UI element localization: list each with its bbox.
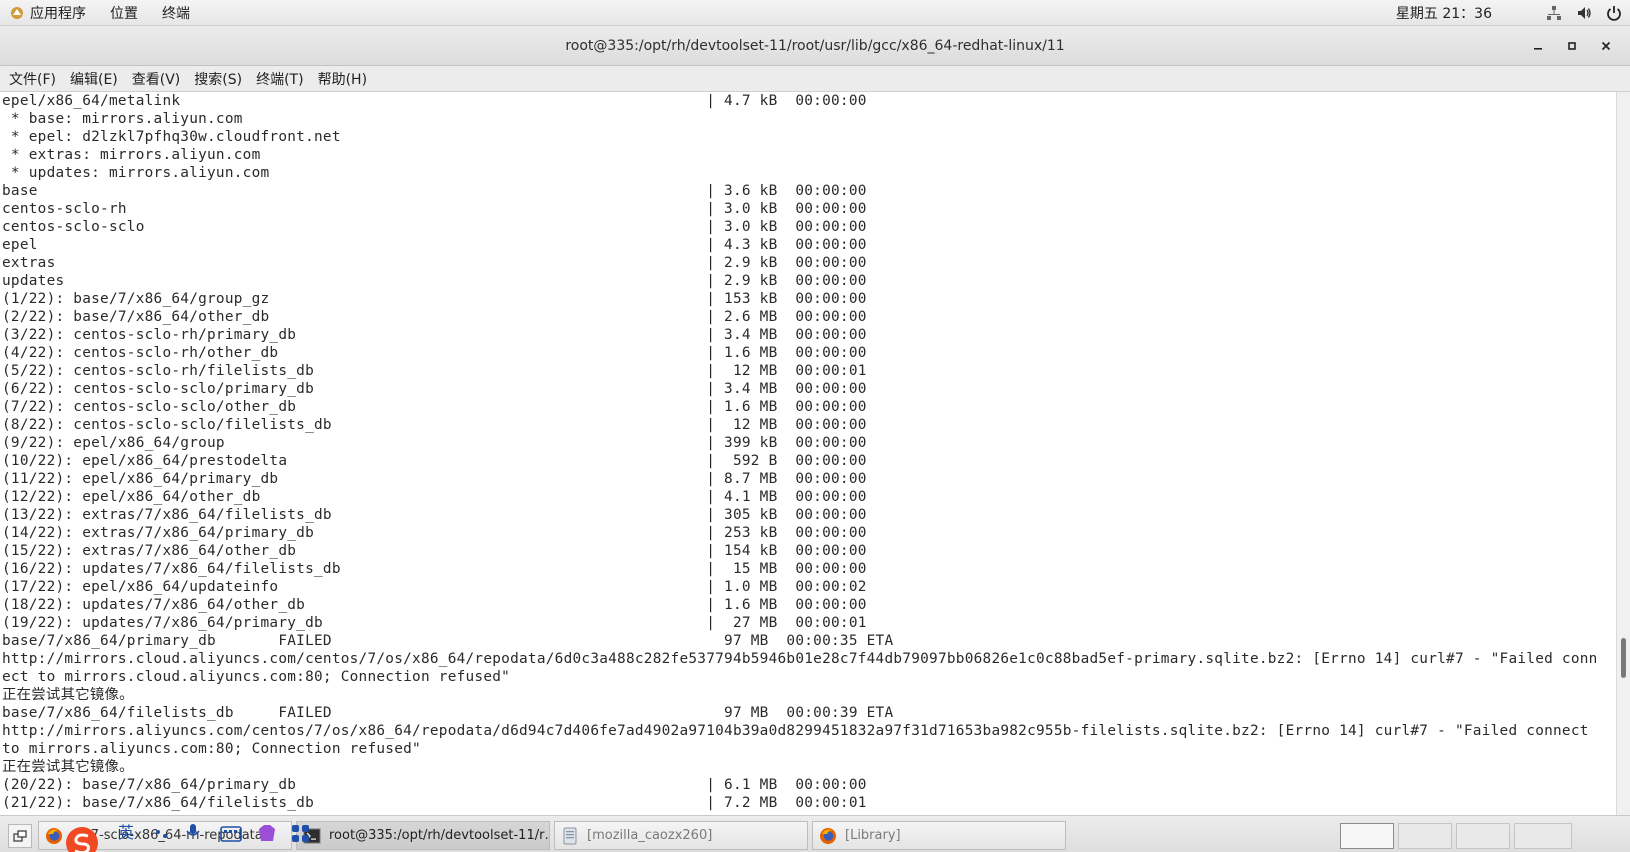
terminal-line: (12/22): epel/x86_64/other_db | 4.1 MB 0…	[2, 489, 867, 505]
workspace-3[interactable]	[1456, 823, 1510, 849]
menu-view[interactable]: 查看(V)	[125, 66, 188, 91]
terminal-line: (18/22): updates/7/x86_64/other_db | 1.6…	[2, 597, 867, 613]
terminal-line: centos-sclo-sclo | 3.0 kB 00:00:00	[2, 219, 867, 235]
status-area: 星期五 21：36	[1396, 0, 1630, 26]
terminal-line: (2/22): base/7/x86_64/other_db | 2.6 MB …	[2, 309, 867, 325]
terminal-line: base/7/x86_64/primary_db FAILED 97 MB 00…	[2, 633, 894, 649]
terminal-line: (13/22): extras/7/x86_64/filelists_db | …	[2, 507, 867, 523]
workspace-2[interactable]	[1398, 823, 1452, 849]
ime-voice-icon[interactable]	[184, 823, 202, 841]
scrollbar-thumb[interactable]	[1621, 638, 1626, 678]
menu-applications[interactable]: 应用程序	[30, 3, 98, 23]
terminal-line: base/7/x86_64/filelists_db FAILED 97 MB …	[2, 705, 894, 721]
terminal-line: (15/22): extras/7/x86_64/other_db | 154 …	[2, 543, 867, 559]
menu-edit[interactable]: 编辑(E)	[63, 66, 125, 91]
terminal-line: centos-sclo-rh | 3.0 kB 00:00:00	[2, 201, 867, 217]
menu-help[interactable]: 帮助(H)	[311, 66, 374, 91]
terminal-line: (14/22): extras/7/x86_64/primary_db | 25…	[2, 525, 867, 541]
terminal-line: * extras: mirrors.aliyun.com	[2, 147, 261, 163]
ime-keyboard-icon[interactable]	[220, 825, 242, 843]
file-manager-icon	[563, 827, 577, 844]
ime-punct-icon[interactable]	[152, 826, 170, 844]
network-icon[interactable]	[1546, 5, 1562, 21]
terminal-line: 正在尝试其它镜像。	[2, 687, 134, 703]
terminal-line: extras | 2.9 kB 00:00:00	[2, 255, 867, 271]
terminal-line: (11/22): epel/x86_64/primary_db | 8.7 MB…	[2, 471, 867, 487]
menu-terminal[interactable]: 终端	[150, 3, 202, 23]
show-desktop-button[interactable]	[8, 824, 32, 848]
task-library[interactable]: [Library]	[812, 821, 1066, 850]
firefox-icon	[820, 827, 836, 844]
ime-chinese-icon[interactable]: 英	[118, 823, 134, 843]
terminal-line: to mirrors.aliyuncs.com:80; Connection r…	[2, 741, 421, 757]
minimize-button[interactable]	[1522, 34, 1554, 58]
window-title: root@335:/opt/rh/devtoolset-11/root/usr/…	[565, 37, 1065, 54]
terminal-line: (3/22): centos-sclo-rh/primary_db | 3.4 …	[2, 327, 867, 343]
terminal-line: (20/22): base/7/x86_64/primary_db | 6.1 …	[2, 777, 867, 793]
window-controls	[1520, 26, 1622, 66]
terminal-line: epel | 4.3 kB 00:00:00	[2, 237, 867, 253]
ime-tools-icon[interactable]	[290, 823, 312, 843]
terminal-line: (10/22): epel/x86_64/prestodelta | 592 B…	[2, 453, 867, 469]
menu-terminal-menu[interactable]: 终端(T)	[249, 66, 310, 91]
task-terminal[interactable]: root@335:/opt/rh/devtoolset-11/r…	[296, 821, 550, 850]
window-titlebar[interactable]: root@335:/opt/rh/devtoolset-11/root/usr/…	[0, 26, 1630, 66]
ime-skin-icon[interactable]	[256, 823, 278, 843]
terminal-line: * updates: mirrors.aliyun.com	[2, 165, 270, 181]
top-panel: 应用程序 位置 终端 星期五 21：36	[0, 0, 1630, 26]
show-desktop-icon	[13, 830, 27, 842]
clock[interactable]: 星期五 21：36	[1396, 3, 1492, 23]
terminal-line: ect to mirrors.cloud.aliyuncs.com:80; Co…	[2, 669, 511, 685]
maximize-icon	[1568, 42, 1576, 50]
volume-icon[interactable]	[1576, 5, 1592, 21]
terminal-line: (16/22): updates/7/x86_64/filelists_db |…	[2, 561, 867, 577]
terminal-line: (8/22): centos-sclo-sclo/filelists_db | …	[2, 417, 867, 433]
terminal-output[interactable]: epel/x86_64/metalink | 4.7 kB 00:00:00 *…	[0, 92, 1616, 815]
close-button[interactable]	[1590, 34, 1622, 58]
applications-menu[interactable]: 应用程序 位置 终端	[0, 0, 212, 25]
terminal-line: updates | 2.9 kB 00:00:00	[2, 273, 867, 289]
task-label: [mozilla_caozx260]	[587, 828, 713, 843]
task-label: [Library]	[845, 828, 901, 843]
terminal-line: (9/22): epel/x86_64/group | 399 kB 00:00…	[2, 435, 867, 451]
terminal-line: epel/x86_64/metalink | 4.7 kB 00:00:00	[2, 93, 867, 109]
workspace-1[interactable]	[1340, 823, 1394, 849]
workspace-4[interactable]	[1514, 823, 1572, 849]
minimize-icon	[1534, 48, 1542, 50]
terminal-scrollbar[interactable]	[1616, 92, 1630, 815]
terminal-line: (5/22): centos-sclo-rh/filelists_db | 12…	[2, 363, 867, 379]
terminal-line: http://mirrors.aliyuncs.com/centos/7/os/…	[2, 723, 1589, 739]
menu-places[interactable]: 位置	[98, 3, 150, 23]
terminal-line: (6/22): centos-sclo-sclo/primary_db | 3.…	[2, 381, 867, 397]
terminal-line: (7/22): centos-sclo-sclo/other_db | 1.6 …	[2, 399, 867, 415]
terminal-menubar: 文件(F) 编辑(E) 查看(V) 搜索(S) 终端(T) 帮助(H)	[0, 66, 1630, 92]
terminal-line: (21/22): base/7/x86_64/filelists_db | 7.…	[2, 795, 867, 811]
terminal-line: http://mirrors.cloud.aliyuncs.com/centos…	[2, 651, 1598, 667]
terminal-line: base | 3.6 kB 00:00:00	[2, 183, 867, 199]
task-label: root@335:/opt/rh/devtoolset-11/r…	[329, 828, 550, 843]
power-icon[interactable]	[1606, 5, 1622, 21]
terminal-line: 正在尝试其它镜像。	[2, 759, 134, 775]
menu-file[interactable]: 文件(F)	[2, 66, 63, 91]
ime-toolbar[interactable]: 英	[60, 823, 330, 852]
terminal-line: * base: mirrors.aliyun.com	[2, 111, 243, 127]
terminal-line: * epel: d2lzkl7pfhq30w.cloudfront.net	[2, 129, 341, 145]
maximize-button[interactable]	[1556, 34, 1588, 58]
applications-icon	[11, 6, 23, 19]
terminal-line: (4/22): centos-sclo-rh/other_db | 1.6 MB…	[2, 345, 867, 361]
close-icon	[1601, 41, 1611, 51]
terminal-line: (1/22): base/7/x86_64/group_gz | 153 kB …	[2, 291, 867, 307]
task-file-manager[interactable]: [mozilla_caozx260]	[554, 821, 808, 850]
terminal-line: (17/22): epel/x86_64/updateinfo | 1.0 MB…	[2, 579, 867, 595]
terminal-line: (19/22): updates/7/x86_64/primary_db | 2…	[2, 615, 867, 631]
menu-search[interactable]: 搜索(S)	[187, 66, 249, 91]
sogou-icon[interactable]	[64, 825, 100, 852]
